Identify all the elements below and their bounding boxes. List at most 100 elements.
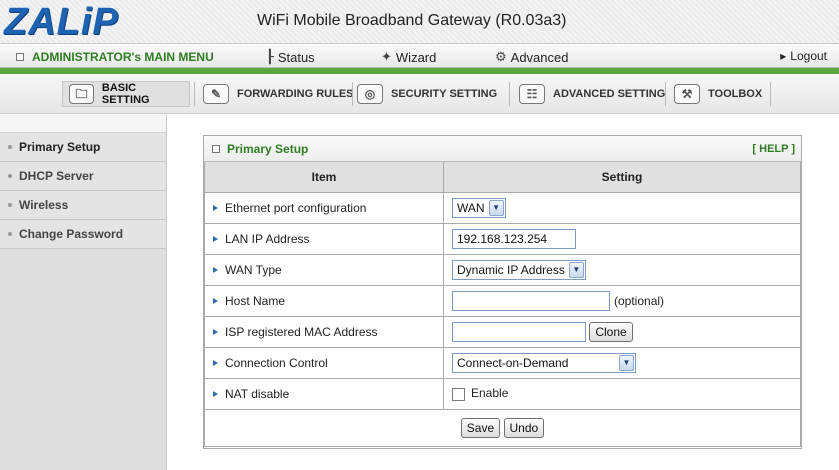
- action-row: Save Undo: [204, 408, 801, 447]
- logout-label: Logout: [790, 49, 827, 63]
- sidebar-item-dhcp-server[interactable]: DHCP Server: [0, 162, 166, 191]
- column-header-setting: Setting: [443, 162, 801, 193]
- host-name-input[interactable]: [452, 290, 610, 311]
- tab-basic-setting[interactable]: 🗀 BASIC SETTING: [62, 81, 190, 107]
- wan-type-select[interactable]: Dynamic IP Address ▼: [452, 259, 586, 280]
- ethernet-port-label: Ethernet port configuration: [225, 200, 367, 215]
- tab-toolbox[interactable]: ⚒ TOOLBOX: [668, 81, 768, 107]
- top-menu-bar: ADMINISTRATOR's MAIN MENU ┠ Status ✦ Wiz…: [0, 43, 839, 68]
- undo-button[interactable]: Undo: [503, 417, 545, 438]
- table-row: Ethernet port configuration WAN ▼: [204, 191, 801, 224]
- tab-separator: [509, 82, 510, 106]
- row-label: Ethernet port configuration: [204, 191, 444, 224]
- status-menu[interactable]: ┠ Status: [266, 49, 315, 65]
- panel-title: Primary Setup: [212, 142, 308, 156]
- wizard-menu[interactable]: ✦ Wizard: [381, 49, 436, 65]
- folder-icon: 🗀: [69, 84, 94, 104]
- sidebar-item-label: DHCP Server: [19, 169, 94, 183]
- connection-control-value: Connect-on-Demand: [457, 355, 569, 370]
- tab-toolbox-label: TOOLBOX: [708, 88, 763, 100]
- table-row: LAN IP Address 192.168.123.254: [204, 222, 801, 255]
- chevron-down-icon: ▼: [619, 354, 634, 371]
- arrow-right-icon: [213, 235, 218, 242]
- row-label: Connection Control: [204, 346, 444, 379]
- lan-ip-input[interactable]: 192.168.123.254: [452, 228, 576, 249]
- setting-cell: Enable: [443, 377, 801, 410]
- wizard-menu-label: Wizard: [395, 49, 437, 65]
- mac-address-label: ISP registered MAC Address: [225, 324, 378, 339]
- connection-control-select[interactable]: Connect-on-Demand ▼: [452, 352, 636, 373]
- logout-link[interactable]: ▸ Logout: [780, 49, 827, 63]
- setting-cell: Connect-on-Demand ▼: [443, 346, 801, 379]
- arrow-right-icon: [213, 266, 218, 273]
- advanced-menu-label: Advanced: [510, 49, 569, 65]
- tab-advanced-setting-label: ADVANCED SETTING: [553, 88, 666, 100]
- tab-forwarding-rules[interactable]: ✎ FORWARDING RULES: [197, 81, 360, 107]
- advanced-icon: ⚙: [495, 49, 507, 64]
- table-header-row: Item Setting: [204, 162, 801, 193]
- bullet-icon: [8, 203, 12, 207]
- network-icon: ☷: [519, 84, 545, 104]
- setting-cell: Dynamic IP Address ▼: [443, 253, 801, 286]
- table-row: NAT disable Enable: [204, 377, 801, 410]
- brand-logo: ZALiP: [4, 1, 119, 43]
- status-menu-label: Status: [277, 49, 315, 65]
- tab-security-setting-label: SECURITY SETTING: [391, 88, 498, 100]
- sidebar-item-change-password[interactable]: Change Password: [0, 220, 166, 249]
- sidebar: Primary Setup DHCP Server Wireless Chang…: [0, 114, 167, 470]
- admin-main-menu-link[interactable]: ADMINISTRATOR's MAIN MENU: [16, 50, 214, 64]
- advanced-menu[interactable]: ⚙ Advanced: [495, 49, 568, 65]
- section-tabs: 🗀 BASIC SETTING ✎ FORWARDING RULES ◎ SEC…: [0, 74, 839, 114]
- sidebar-item-label: Wireless: [19, 198, 69, 212]
- tab-basic-setting-label: BASIC SETTING: [101, 82, 150, 106]
- table-row: Connection Control Connect-on-Demand ▼: [204, 346, 801, 379]
- arrow-right-icon: [213, 328, 218, 335]
- disc-icon: ◎: [357, 84, 383, 104]
- setting-cell: 192.168.123.254: [443, 222, 801, 255]
- save-button[interactable]: Save: [460, 417, 501, 438]
- arrow-right-icon: [213, 390, 218, 397]
- row-label: Host Name: [204, 284, 444, 317]
- row-label: LAN IP Address: [204, 222, 444, 255]
- bullet-icon: [8, 232, 12, 236]
- tab-forwarding-rules-label: FORWARDING RULES: [237, 88, 354, 100]
- sidebar-item-primary-setup[interactable]: Primary Setup: [0, 133, 166, 162]
- bullet-icon: [8, 174, 12, 178]
- table-row: WAN Type Dynamic IP Address ▼: [204, 253, 801, 286]
- tab-security-setting[interactable]: ◎ SECURITY SETTING: [351, 81, 503, 107]
- clone-button[interactable]: Clone: [589, 321, 633, 342]
- lan-ip-label: LAN IP Address: [225, 231, 310, 246]
- tab-advanced-setting[interactable]: ☷ ADVANCED SETTING: [513, 81, 671, 107]
- arrow-right-icon: [213, 204, 218, 211]
- primary-setup-panel: Primary Setup [ HELP ] Item Setting Ethe…: [203, 135, 802, 449]
- toolbox-icon: ⚒: [674, 84, 700, 104]
- arrow-right-icon: [213, 359, 218, 366]
- nat-enable-label: Enable: [471, 386, 509, 401]
- sidebar-item-label: Change Password: [19, 227, 124, 241]
- admin-main-menu-label: ADMINISTRATOR's MAIN MENU: [32, 50, 214, 64]
- wan-type-value: Dynamic IP Address: [457, 262, 565, 277]
- row-label: WAN Type: [204, 253, 444, 286]
- mac-address-input[interactable]: [452, 321, 586, 342]
- help-link[interactable]: [ HELP ]: [752, 143, 795, 155]
- chevron-right-icon: ▸: [780, 49, 787, 63]
- action-cell: Save Undo: [204, 408, 801, 447]
- pen-icon: ✎: [203, 84, 229, 104]
- square-icon: [212, 144, 220, 153]
- setting-cell: (optional): [443, 284, 801, 317]
- arrow-right-icon: [213, 297, 218, 304]
- app-title: WiFi Mobile Broadband Gateway (R0.03a3): [257, 12, 567, 29]
- status-icon: ┠: [266, 49, 274, 64]
- ethernet-port-select[interactable]: WAN ▼: [452, 197, 506, 218]
- table-row: Host Name (optional): [204, 284, 801, 317]
- panel-header: Primary Setup [ HELP ]: [204, 136, 801, 162]
- wan-type-label: WAN Type: [225, 262, 282, 277]
- host-name-label: Host Name: [225, 293, 286, 308]
- sidebar-item-wireless[interactable]: Wireless: [0, 191, 166, 220]
- row-label: NAT disable: [204, 377, 444, 410]
- ethernet-port-value: WAN: [457, 200, 485, 215]
- nat-enable-checkbox[interactable]: [452, 387, 465, 401]
- tab-separator: [665, 82, 666, 106]
- settings-table: Item Setting Ethernet port configuration…: [204, 162, 801, 447]
- tab-separator: [770, 82, 771, 106]
